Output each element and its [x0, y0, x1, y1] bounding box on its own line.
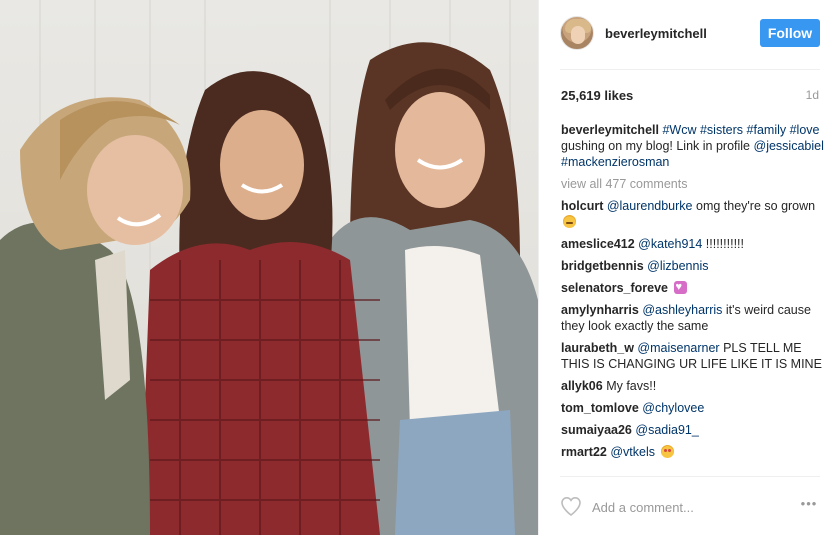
comment-mention[interactable]: @laurendburke: [607, 199, 693, 213]
more-options-icon[interactable]: •••: [797, 496, 821, 516]
follow-button[interactable]: Follow: [760, 19, 820, 47]
add-comment-input[interactable]: [592, 498, 782, 516]
caption-text: gushing on my blog! Link in profile: [561, 139, 751, 153]
view-all-comments-link[interactable]: view all 477 comments: [561, 176, 825, 192]
comment-username[interactable]: bridgetbennis: [561, 259, 644, 273]
mention[interactable]: @jessicabiel: [754, 139, 824, 153]
footer-divider: [560, 476, 820, 477]
comment-username[interactable]: rmart22: [561, 445, 607, 459]
comment-row: sumaiyaa26 @sadia91_: [561, 422, 825, 438]
comment-row: tom_tomlove @chylovee: [561, 400, 825, 416]
comment-text: My favs!!: [606, 379, 657, 393]
comment-mention[interactable]: @ashleyharris: [642, 303, 722, 317]
comment-username[interactable]: selenators_foreve: [561, 281, 668, 295]
hashtag[interactable]: #Wcw: [662, 123, 696, 137]
comment-row: selenators_foreve: [561, 279, 825, 296]
comment-text: !!!!!!!!!!!: [705, 237, 744, 251]
comment-mention[interactable]: @sadia91_: [635, 423, 698, 437]
post-timestamp[interactable]: 1d: [806, 88, 819, 102]
comment-row: holcurt @laurendburke omg they're so gro…: [561, 198, 825, 230]
likes-count[interactable]: 25,619 likes: [561, 88, 633, 103]
comment-username[interactable]: allyk06: [561, 379, 603, 393]
caption: beverleymitchell #Wcw #sisters #family #…: [561, 122, 825, 170]
comment-mention[interactable]: @chylovee: [642, 401, 704, 415]
comment-username[interactable]: amylynharris: [561, 303, 639, 317]
comments-list: beverleymitchell #Wcw #sisters #family #…: [561, 122, 825, 466]
heart-outline-icon[interactable]: [559, 494, 583, 518]
post-footer: •••: [539, 488, 839, 528]
hashtag[interactable]: #family: [747, 123, 787, 137]
post-header: beverleymitchell Follow: [539, 0, 839, 69]
caption-username[interactable]: beverleymitchell: [561, 123, 659, 137]
sweat-smile-emoji-icon: [563, 215, 576, 228]
photo-illustration: [0, 0, 538, 535]
profile-avatar[interactable]: [560, 16, 594, 50]
hashtag[interactable]: #mackenzierosman: [561, 155, 669, 169]
comment-row: bridgetbennis @lizbennis: [561, 258, 825, 274]
comment-mention[interactable]: @maisenarner: [637, 341, 719, 355]
comment-row: amylynharris @ashleyharris it's weird ca…: [561, 302, 825, 334]
comment-username[interactable]: sumaiyaa26: [561, 423, 632, 437]
post-details-panel: beverleymitchell Follow 25,619 likes 1d …: [538, 0, 839, 535]
comment-username[interactable]: laurabeth_w: [561, 341, 634, 355]
comment-mention[interactable]: @lizbennis: [647, 259, 708, 273]
comment-row: allyk06 My favs!!: [561, 378, 825, 394]
heart-eyes-emoji-icon: [660, 445, 674, 458]
comment-username[interactable]: tom_tomlove: [561, 401, 639, 415]
comment-row: laurabeth_w @maisenarner PLS TELL ME THI…: [561, 340, 825, 372]
heart-emoji-icon: [673, 279, 687, 295]
header-divider: [560, 69, 820, 70]
comment-row: rmart22 @vtkels: [561, 444, 825, 460]
comment-mention[interactable]: @kateh914: [638, 237, 702, 251]
comment-row: ameslice412 @kateh914 !!!!!!!!!!!: [561, 236, 825, 252]
comment-text: omg they're so grown: [696, 199, 816, 213]
hashtag[interactable]: #sisters: [700, 123, 743, 137]
comment-mention[interactable]: @vtkels: [610, 445, 655, 459]
comment-username[interactable]: ameslice412: [561, 237, 635, 251]
post-photo[interactable]: [0, 0, 538, 535]
comment-username[interactable]: holcurt: [561, 199, 603, 213]
hashtag[interactable]: #love: [790, 123, 820, 137]
header-username[interactable]: beverleymitchell: [605, 26, 707, 41]
